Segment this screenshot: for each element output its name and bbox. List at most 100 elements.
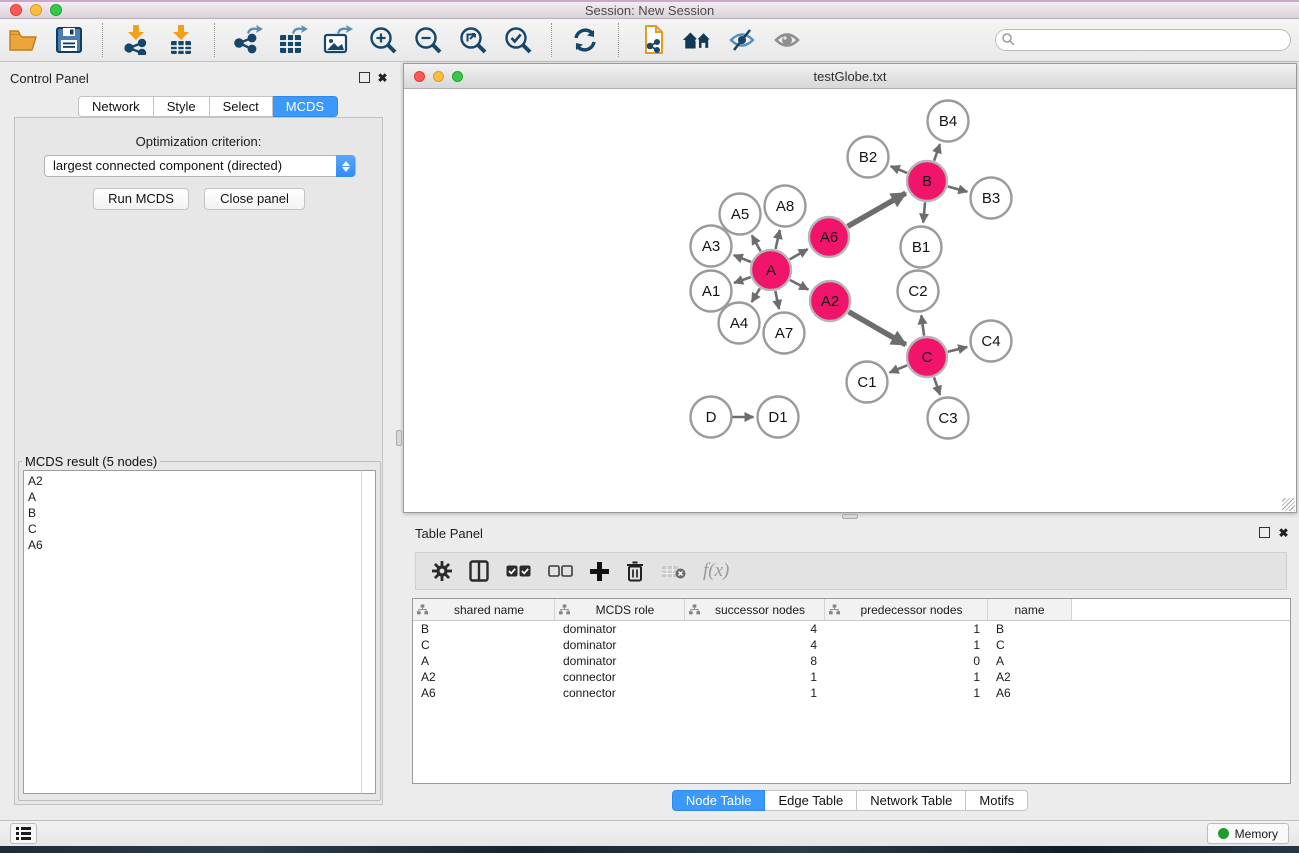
cell-MCDS-role[interactable]: connector <box>555 686 685 700</box>
zoom-selected-button[interactable] <box>502 24 534 56</box>
graph-edge-A-A3[interactable] <box>734 255 751 262</box>
cell-successor-nodes[interactable]: 1 <box>685 686 825 700</box>
column-header-successor-nodes[interactable]: successor nodes <box>685 599 825 620</box>
mcds-result-item[interactable]: A6 <box>28 537 364 553</box>
tab-edge-table[interactable]: Edge Table <box>765 790 857 811</box>
apply-function-button[interactable]: f(x) <box>703 560 729 582</box>
delete-table-button[interactable] <box>661 564 686 579</box>
column-header-predecessor-nodes[interactable]: predecessor nodes <box>825 599 988 620</box>
cell-predecessor-nodes[interactable]: 1 <box>825 638 988 652</box>
tab-node-table[interactable]: Node Table <box>672 790 766 811</box>
column-header-name[interactable]: name <box>988 599 1072 620</box>
graph-node-C1[interactable]: C1 <box>847 362 888 403</box>
float-table-panel-icon[interactable] <box>1259 527 1270 538</box>
graph-edge-A-A8[interactable] <box>776 230 780 249</box>
graph-node-A7[interactable]: A7 <box>764 313 805 354</box>
refresh-button[interactable] <box>569 24 601 56</box>
table-options-gear-button[interactable] <box>432 561 452 581</box>
graph-edge-B-B4[interactable] <box>934 144 940 161</box>
graph-edge-B-B1[interactable] <box>923 202 925 222</box>
cell-MCDS-role[interactable]: connector <box>555 670 685 684</box>
graph-node-A2[interactable]: A2 <box>810 281 850 321</box>
graph-edge-B-B3[interactable] <box>948 187 968 192</box>
zoom-fit-button[interactable] <box>457 24 489 56</box>
horizontal-split-handle[interactable] <box>842 514 858 519</box>
add-column-button[interactable] <box>590 562 609 581</box>
cell-shared-name[interactable]: A <box>413 654 555 668</box>
deselect-all-button[interactable] <box>548 565 573 577</box>
graph-edge-B-B2[interactable] <box>891 166 907 173</box>
graph-edge-A-A2[interactable] <box>790 280 808 290</box>
graph-node-A4[interactable]: A4 <box>719 303 760 344</box>
mcds-result-item[interactable]: A <box>28 489 364 505</box>
cell-successor-nodes[interactable]: 4 <box>685 638 825 652</box>
graph-edge-C-C3[interactable] <box>934 377 940 395</box>
tab-mcds[interactable]: MCDS <box>273 96 338 117</box>
run-mcds-button[interactable]: Run MCDS <box>93 188 189 210</box>
cell-name[interactable]: A <box>988 654 1072 668</box>
float-panel-icon[interactable] <box>359 72 370 83</box>
open-session-button[interactable] <box>8 24 40 56</box>
graph-node-A8[interactable]: A8 <box>765 186 806 227</box>
tab-select[interactable]: Select <box>210 96 273 117</box>
table-row[interactable]: Bdominator41B <box>413 621 1290 637</box>
cell-name[interactable]: A6 <box>988 686 1072 700</box>
graph-node-A5[interactable]: A5 <box>720 194 761 235</box>
graph-edge-C-C1[interactable] <box>890 365 908 372</box>
graph-node-A6[interactable]: A6 <box>809 217 849 257</box>
cell-shared-name[interactable]: A6 <box>413 686 555 700</box>
graph-edge-C-C4[interactable] <box>948 347 967 352</box>
cell-predecessor-nodes[interactable]: 1 <box>825 686 988 700</box>
cell-successor-nodes[interactable]: 1 <box>685 670 825 684</box>
optimization-criterion-select[interactable]: largest connected component (directed) <box>44 155 356 177</box>
save-session-button[interactable] <box>53 24 85 56</box>
graph-node-B[interactable]: B <box>907 161 947 201</box>
memory-button[interactable]: Memory <box>1207 823 1289 844</box>
birds-eye-view-button[interactable] <box>771 24 803 56</box>
graph-edge-A-A4[interactable] <box>752 288 760 302</box>
tab-network-table[interactable]: Network Table <box>857 790 966 811</box>
table-row[interactable]: Cdominator41C <box>413 637 1290 653</box>
mcds-result-scrollbar[interactable] <box>361 470 376 794</box>
tab-motifs[interactable]: Motifs <box>966 790 1028 811</box>
cell-shared-name[interactable]: A2 <box>413 670 555 684</box>
home-layout-button[interactable] <box>681 24 713 56</box>
table-row[interactable]: A6connector11A6 <box>413 685 1290 701</box>
mcds-result-item[interactable]: A2 <box>28 473 364 489</box>
graph-edge-A2-C[interactable] <box>849 312 906 345</box>
export-table-button[interactable] <box>277 24 309 56</box>
close-table-panel-icon[interactable]: ✖ <box>1277 527 1290 540</box>
vertical-split-handle[interactable] <box>396 430 402 446</box>
resize-grip[interactable] <box>1282 498 1295 511</box>
graph-node-D[interactable]: D <box>691 397 732 438</box>
graph-node-B3[interactable]: B3 <box>971 178 1012 219</box>
import-table-button[interactable] <box>165 24 197 56</box>
close-panel-button[interactable]: Close panel <box>204 188 305 210</box>
cell-name[interactable]: A2 <box>988 670 1072 684</box>
delete-column-button[interactable] <box>626 561 644 582</box>
graph-edge-A6-B[interactable] <box>848 193 906 226</box>
column-header-MCDS-role[interactable]: MCDS role <box>555 599 685 620</box>
graph-node-A[interactable]: A <box>751 250 791 290</box>
graph-node-C2[interactable]: C2 <box>898 271 939 312</box>
cell-name[interactable]: B <box>988 622 1072 636</box>
tab-network[interactable]: Network <box>78 96 154 117</box>
cell-shared-name[interactable]: B <box>413 622 555 636</box>
graph-edge-A-A1[interactable] <box>734 277 751 283</box>
graph-node-C4[interactable]: C4 <box>971 321 1012 362</box>
mcds-result-item[interactable]: C <box>28 521 364 537</box>
cell-MCDS-role[interactable]: dominator <box>555 622 685 636</box>
table-row[interactable]: A2connector11A2 <box>413 669 1290 685</box>
graph-node-D1[interactable]: D1 <box>758 397 799 438</box>
search-input[interactable] <box>995 29 1291 51</box>
column-header-shared-name[interactable]: shared name <box>413 599 555 620</box>
zoom-in-button[interactable] <box>367 24 399 56</box>
cell-predecessor-nodes[interactable]: 1 <box>825 670 988 684</box>
graph-node-B4[interactable]: B4 <box>928 101 969 142</box>
export-network-button[interactable] <box>232 24 264 56</box>
import-network-button[interactable] <box>120 24 152 56</box>
show-panels-list-button[interactable] <box>10 823 37 844</box>
graph-node-B2[interactable]: B2 <box>848 137 889 178</box>
graph-node-A1[interactable]: A1 <box>691 271 732 312</box>
network-canvas[interactable]: B4B2BB3A8A5A6A3B1AA1C2A2A4A7C4CC1DD1C3 <box>404 89 1296 512</box>
